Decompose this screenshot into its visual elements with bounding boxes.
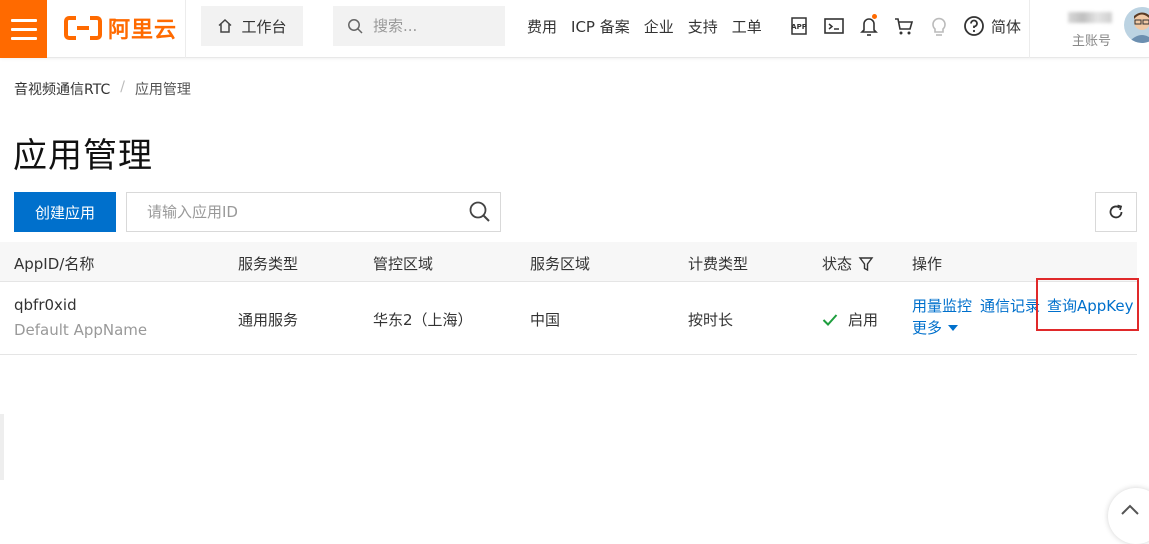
refresh-icon: [1109, 204, 1123, 219]
more-actions-dropdown[interactable]: 更多: [912, 317, 959, 338]
back-to-top-button[interactable]: [1108, 488, 1149, 544]
status-cell: 启用: [822, 309, 878, 330]
breadcrumb: 音视频通信RTC / 应用管理: [14, 79, 191, 99]
hamburger-icon: [10, 36, 37, 40]
global-search-input[interactable]: [373, 17, 483, 35]
column-header-app: AppID/名称: [14, 255, 95, 273]
nav-icons: APP: [781, 0, 991, 52]
terminal-icon[interactable]: [816, 11, 851, 41]
chevron-up-icon: [1121, 504, 1139, 515]
logo-text: 阿里云: [108, 18, 178, 43]
control-region: 华东2（上海）: [373, 311, 473, 329]
refresh-button[interactable]: [1095, 192, 1137, 232]
account-label: 主账号: [1072, 34, 1112, 49]
nav-link-icp[interactable]: ICP 备案: [571, 16, 630, 37]
nav-links: 费用 ICP 备案 企业 支持 工单: [527, 0, 762, 52]
column-header-status: 状态: [822, 253, 874, 274]
account-name-redacted: [1068, 12, 1112, 23]
billing-type: 按时长: [688, 311, 734, 329]
app-id: qbfr0xid: [14, 296, 77, 314]
breadcrumb-current: 应用管理: [134, 82, 191, 98]
hamburger-icon: [10, 18, 37, 22]
nav-link-billing[interactable]: 费用: [527, 16, 557, 37]
avatar[interactable]: [1124, 7, 1149, 43]
nav-link-ticket[interactable]: 工单: [732, 16, 762, 37]
column-header-control-region: 管控区域: [373, 255, 434, 273]
aliyun-logo[interactable]: 阿里云: [64, 13, 177, 43]
nav-link-enterprise[interactable]: 企业: [644, 16, 674, 37]
global-search[interactable]: [333, 6, 505, 46]
caret-down-icon: [948, 324, 959, 331]
workbench-button[interactable]: 工作台: [201, 6, 303, 46]
table-row: qbfr0xid Default AppName 通用服务 华东2（上海） 中国…: [0, 282, 1137, 355]
call-records-link[interactable]: 通信记录: [980, 295, 1040, 316]
more-actions-label: 更多: [912, 319, 943, 337]
bell-icon[interactable]: [851, 11, 886, 41]
column-header-service-type: 服务类型: [238, 255, 299, 273]
menu-button[interactable]: [0, 0, 47, 58]
hamburger-icon: [10, 27, 37, 31]
app-name: Default AppName: [14, 321, 148, 339]
divider: [185, 0, 186, 58]
usage-monitor-link[interactable]: 用量监控: [912, 295, 972, 316]
top-navbar: 阿里云 工作台 费用 ICP 备案 企业 支持 工单 APP: [0, 0, 1149, 58]
column-header-service-region: 服务区域: [530, 255, 591, 273]
create-app-button[interactable]: 创建应用: [14, 192, 116, 232]
app-id-search-input[interactable]: [147, 203, 447, 221]
table-header: AppID/名称 服务类型 管控区域 服务区域 计费类型 状态 操作: [0, 242, 1137, 282]
app-icon[interactable]: APP: [781, 11, 816, 41]
help-icon[interactable]: [956, 11, 991, 41]
highlight-box: [1036, 278, 1139, 331]
check-icon: [822, 313, 838, 326]
column-header-status-label: 状态: [822, 255, 853, 273]
account-menu[interactable]: 主账号: [1062, 4, 1122, 50]
lightbulb-icon[interactable]: [921, 11, 956, 41]
column-header-billing-type: 计费类型: [688, 255, 749, 273]
service-region: 中国: [530, 311, 561, 329]
search-icon: [348, 19, 363, 34]
aliyun-logo-mark-icon: [64, 16, 102, 40]
app-id-search: [126, 192, 501, 232]
workbench-label: 工作台: [241, 17, 287, 36]
column-header-actions: 操作: [912, 255, 943, 273]
service-type: 通用服务: [238, 311, 299, 329]
side-panel-handle[interactable]: [0, 414, 4, 480]
status-text: 启用: [848, 311, 879, 329]
search-icon[interactable]: [468, 200, 492, 224]
cart-icon[interactable]: [886, 11, 921, 41]
svg-text:APP: APP: [791, 23, 807, 31]
breadcrumb-separator: /: [120, 79, 125, 95]
page-title: 应用管理: [13, 136, 153, 176]
language-switch[interactable]: 简体: [991, 16, 1021, 37]
nav-link-support[interactable]: 支持: [688, 16, 718, 37]
divider: [1029, 0, 1030, 58]
filter-icon[interactable]: [858, 256, 874, 272]
home-icon: [218, 18, 232, 33]
breadcrumb-parent[interactable]: 音视频通信RTC: [14, 79, 110, 99]
notification-dot: [872, 14, 877, 19]
